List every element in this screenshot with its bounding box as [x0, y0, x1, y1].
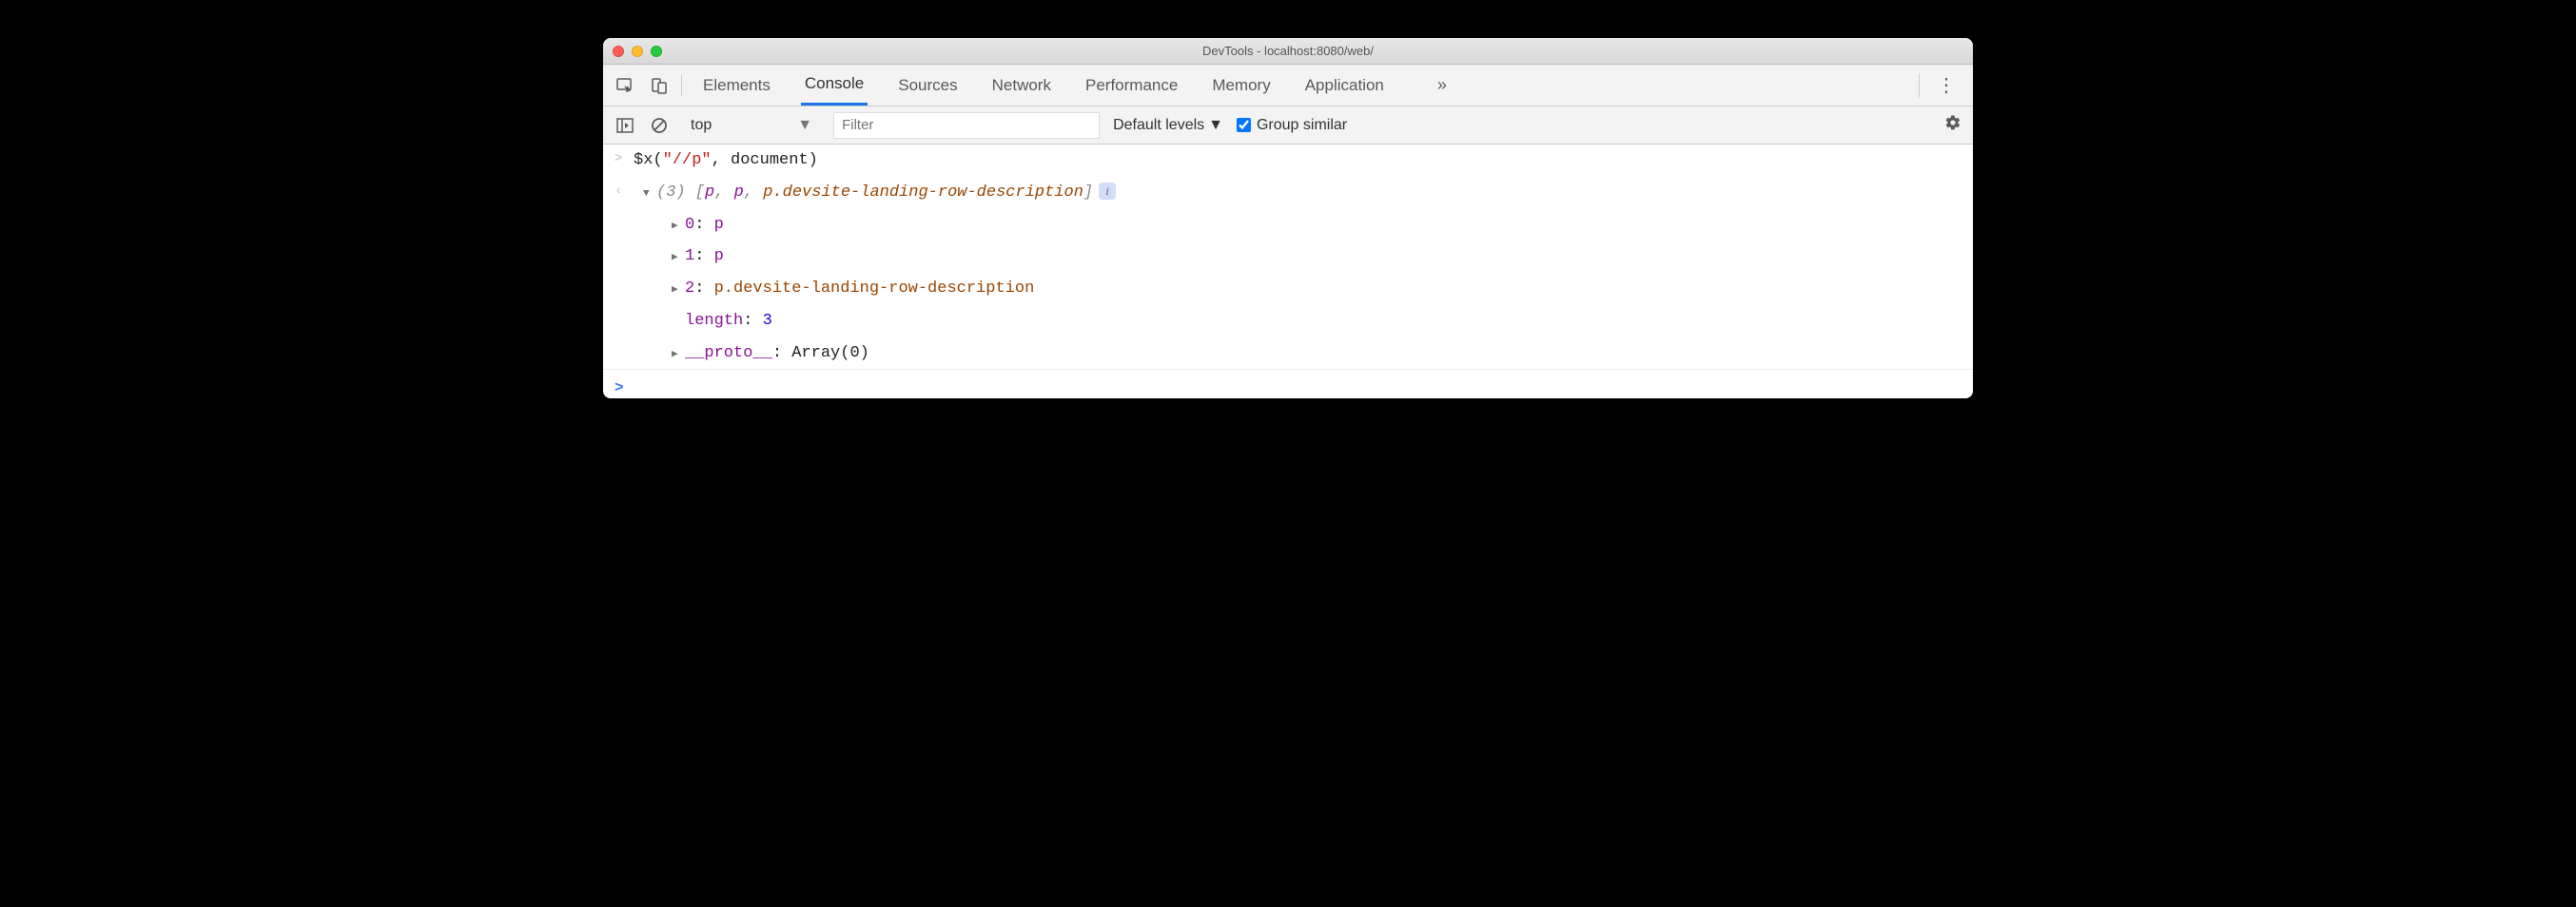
toggle-sidebar-icon[interactable]	[615, 115, 635, 136]
more-tabs-button[interactable]: »	[1437, 75, 1447, 95]
filter-input[interactable]	[833, 112, 1100, 139]
console-input-row[interactable]: > $x("//p", document)	[603, 145, 1973, 177]
tab-elements[interactable]: Elements	[699, 67, 774, 105]
device-toolbar-icon[interactable]	[649, 75, 670, 96]
tab-network[interactable]: Network	[988, 67, 1055, 105]
log-levels-selector[interactable]: Default levels ▼	[1113, 117, 1223, 134]
expand-triangle-icon[interactable]: ▶	[672, 346, 685, 364]
console-toolbar: top ▼ Default levels ▼ Group similar	[603, 106, 1973, 145]
tab-performance[interactable]: Performance	[1082, 67, 1181, 105]
context-selector[interactable]: top ▼	[683, 115, 820, 136]
devtools-tabbar: Elements Console Sources Network Perform…	[603, 65, 1973, 106]
tab-memory[interactable]: Memory	[1208, 67, 1274, 105]
panel-tabs: Elements Console Sources Network Perform…	[699, 65, 1447, 106]
context-value: top	[691, 117, 712, 134]
input-prompt-icon: >	[615, 146, 634, 171]
expand-triangle-icon[interactable]: ▶	[672, 281, 685, 299]
window-title: DevTools - localhost:8080/web/	[603, 44, 1973, 58]
array-proto-row[interactable]: ▶__proto__: Array(0)	[603, 338, 1973, 371]
result-summary[interactable]: ▼(3) [p, p, p.devsite-landing-row-descri…	[634, 179, 1961, 207]
console-command: $x("//p", document)	[634, 146, 1961, 175]
tab-console[interactable]: Console	[801, 65, 868, 106]
chevron-down-icon: ▼	[1208, 117, 1223, 134]
group-similar-checkbox[interactable]	[1237, 118, 1251, 132]
array-item-row[interactable]: ▶1: p	[603, 241, 1973, 273]
array-item-row[interactable]: ▶2: p.devsite-landing-row-description	[603, 273, 1973, 305]
expand-triangle-icon[interactable]: ▶	[672, 218, 685, 236]
input-prompt-icon: >	[615, 374, 634, 398]
chevron-down-icon: ▼	[797, 117, 812, 134]
console-prompt-row[interactable]: >	[603, 370, 1973, 398]
console-output: > $x("//p", document) ‹ ▼(3) [p, p, p.de…	[603, 145, 1973, 398]
array-item-row[interactable]: ▶0: p	[603, 209, 1973, 241]
clear-console-icon[interactable]	[649, 115, 670, 136]
console-result-row: ‹ ▼(3) [p, p, p.devsite-landing-row-desc…	[603, 177, 1973, 209]
group-similar-label: Group similar	[1257, 117, 1347, 134]
levels-label: Default levels	[1113, 117, 1204, 134]
array-length-row: length: 3	[603, 305, 1973, 338]
tab-application[interactable]: Application	[1301, 67, 1388, 105]
collapse-triangle-icon[interactable]: ▼	[643, 185, 656, 203]
expand-triangle-icon[interactable]: ▶	[672, 249, 685, 267]
group-similar-toggle[interactable]: Group similar	[1237, 117, 1347, 134]
info-badge-icon[interactable]: i	[1099, 183, 1116, 200]
devtools-window: DevTools - localhost:8080/web/ Elements …	[603, 38, 1973, 398]
settings-menu-button[interactable]: ⋮	[1931, 73, 1961, 97]
output-prompt-icon: ‹	[615, 179, 634, 203]
console-settings-icon[interactable]	[1944, 114, 1961, 136]
inspect-element-icon[interactable]	[615, 75, 635, 96]
window-titlebar: DevTools - localhost:8080/web/	[603, 38, 1973, 65]
tab-sources[interactable]: Sources	[894, 67, 961, 105]
